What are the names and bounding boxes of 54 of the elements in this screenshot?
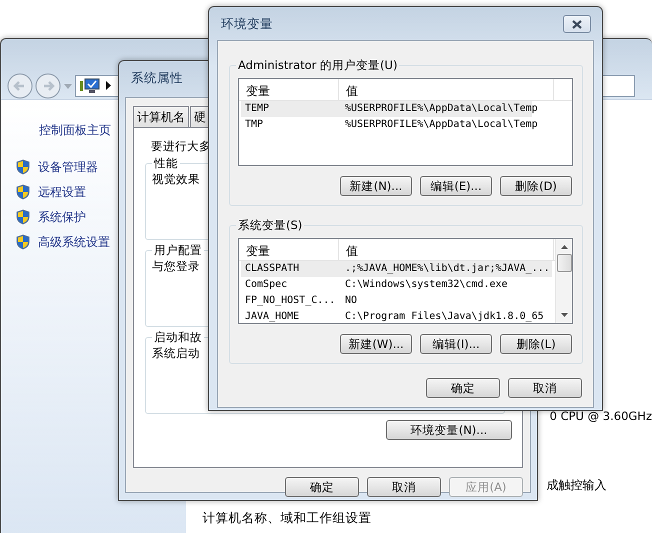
group-label: 系统变量(S) [236, 218, 304, 232]
list-cell-text: C:\Program Files\Java\jdk1.8.0_65 [344, 310, 545, 323]
list-row[interactable]: FP_NO_HOST_C... NO [241, 292, 552, 309]
task-link[interactable]: 设备管理器 [38, 158, 98, 176]
list-row[interactable]: ComSpec C:\Windows\system32\cmd.exe [241, 276, 552, 293]
tab[interactable]: 硬 [190, 106, 210, 127]
section-heading: 计算机名称、域和工作组设置 [202, 509, 372, 528]
list-cell-text: ComSpec [244, 278, 288, 292]
dialog-button[interactable]: 取消 [367, 476, 441, 497]
list-cell-text: C:\Windows\system32\cmd.exe [344, 278, 509, 292]
task-link[interactable]: 系统保护 [38, 208, 86, 226]
window-title: 环境变量 [221, 15, 273, 33]
task-link[interactable]: 远程设置 [38, 182, 86, 200]
dialog-button[interactable]: 取消 [508, 378, 582, 398]
touch-text: 成触控输入 [546, 477, 607, 494]
dialog-button[interactable]: 删除(L) [500, 334, 572, 354]
group-text: 与您登录 [152, 258, 200, 275]
dialog-button[interactable]: 确定 [426, 378, 500, 398]
window-title: 系统属性 [130, 69, 184, 87]
list-view[interactable]: 变量 值 TEMP %USERPROFILE%\AppData\Local\Temp TMP %USERPROFILE%\AppData\Local\Temp [238, 78, 573, 166]
group-label: 启动和故 [152, 330, 204, 344]
list-row[interactable]: CLASSPATH .;%JAVA_HOME%\lib\dt.jar;%JAVA_... [241, 260, 552, 277]
group-label: 用户配置 [152, 243, 204, 257]
list-cell-text: TMP [244, 118, 264, 132]
group-text: 系统启动 [152, 345, 200, 362]
column-header[interactable]: 变量 [239, 78, 339, 100]
list-cell-text: %USERPROFILE%\AppData\Local\Temp [344, 102, 539, 116]
dialog-button: 应用(A) [449, 476, 523, 497]
group-text: 视觉效果 [152, 171, 200, 188]
task-link[interactable]: 高级系统设置 [38, 232, 110, 250]
dialog-button[interactable]: 删除(D) [500, 176, 572, 196]
list-row[interactable]: JAVA_HOME C:\Program Files\Java\jdk1.8.0_65 [241, 308, 552, 323]
cpu-text: 0 CPU @ 3.60GHz [550, 408, 652, 425]
list-cell-text: TEMP [244, 102, 270, 116]
column-header[interactable]: 值 [339, 238, 554, 260]
list-cell-text: %USERPROFILE%\AppData\Local\Temp [344, 118, 539, 132]
intro-text: 要进行大多 [151, 138, 211, 155]
list-cell-text: JAVA_HOME [244, 310, 300, 323]
column-header[interactable]: 变量 [239, 238, 339, 260]
dialog-button[interactable]: 新建(N)... [340, 176, 412, 196]
dialog-button[interactable]: 编辑(I)... [420, 334, 492, 354]
tab[interactable]: 计算机名 [133, 106, 189, 127]
column-header[interactable]: 值 [339, 78, 554, 100]
list-cell-text: CLASSPATH [244, 262, 300, 276]
list-cell-text: .;%JAVA_HOME%\lib\dt.jar;%JAVA_... [344, 262, 551, 276]
env-vars-button[interactable]: 环境变量(N)... [386, 420, 512, 440]
list-cell-text: FP_NO_HOST_C... [244, 294, 336, 308]
group-label: 性能 [152, 156, 180, 170]
list-view[interactable]: 变量 值 CLASSPATH .;%JAVA_HOME%\lib\dt.jar;%JAVA_... ComSpec C:\Windows\system32\cmd.exe FP_NO_HOST_C... NO JAVA_HOME C:\Program Files\Java\jdk1.8.0_65 [238, 238, 573, 324]
dialog-button[interactable]: 新建(W)... [340, 334, 412, 354]
dialog-button[interactable]: 编辑(E)... [420, 176, 492, 196]
list-cell-text: NO [344, 294, 358, 308]
dialog-button[interactable]: 确定 [285, 476, 359, 497]
group-label: Administrator 的用户变量(U) [236, 58, 400, 72]
